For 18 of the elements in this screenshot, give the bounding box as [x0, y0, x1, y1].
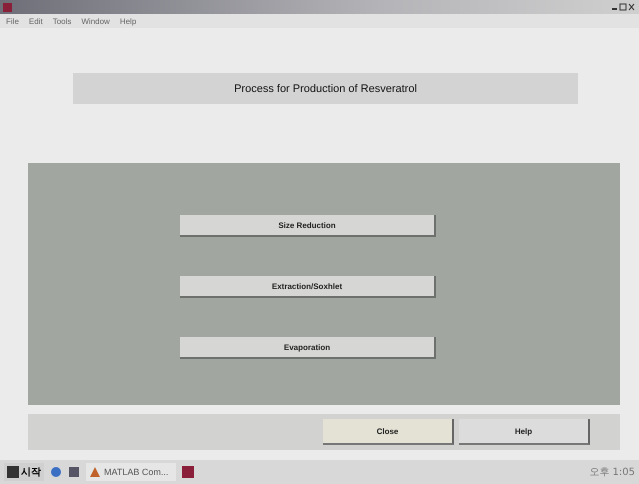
menu-item[interactable]: Help [120, 16, 136, 26]
menu-item[interactable]: Window [81, 16, 110, 26]
app-icon [3, 2, 12, 12]
menu-item[interactable]: Tools [52, 16, 72, 26]
menu-item[interactable]: File [6, 16, 19, 26]
window-controls-icon[interactable] [611, 2, 635, 12]
app-icon[interactable] [68, 466, 80, 478]
start-button[interactable]: 시작 [4, 463, 44, 481]
help-button[interactable]: Help [459, 419, 590, 445]
close-button[interactable]: Close [323, 419, 454, 445]
step-button[interactable]: Size Reduction [180, 215, 436, 237]
step-button[interactable]: Extraction/Soxhlet [180, 276, 436, 298]
taskbar-item[interactable]: MATLAB Com... [86, 463, 176, 481]
header-title: Process for Production of Resveratrol [73, 73, 578, 104]
menu-item[interactable]: Edit [28, 16, 43, 26]
triangle-icon [89, 466, 101, 478]
clock: 오후 1:05 [589, 466, 635, 479]
step-button[interactable]: Evaporation [180, 337, 436, 359]
